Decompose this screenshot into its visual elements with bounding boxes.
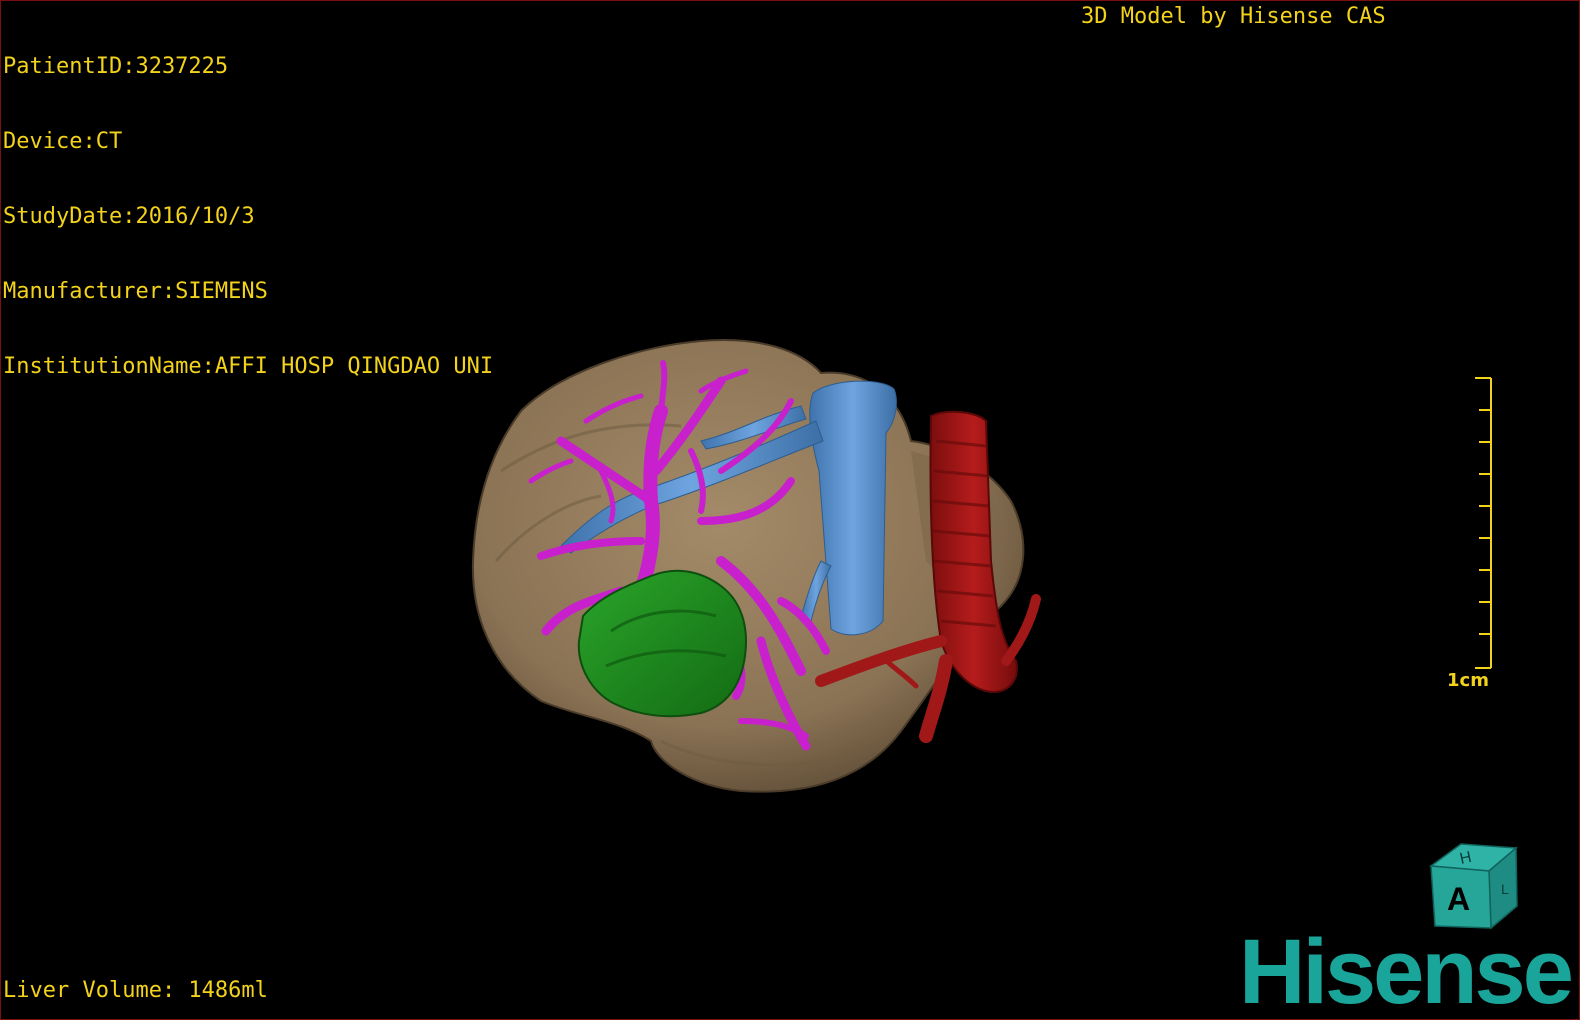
hisense-logo: Hisense: [1239, 921, 1574, 1020]
3d-model-viewport[interactable]: PatientID:3237225 Device:CT StudyDate:20…: [0, 0, 1580, 1020]
scale-label: 1cm: [1447, 670, 1489, 691]
cube-side-label: L: [1501, 881, 1509, 897]
liver-3d-model[interactable]: [1, 1, 1580, 1020]
scale-bar: [1475, 377, 1492, 669]
cube-front-label: A: [1447, 881, 1471, 917]
